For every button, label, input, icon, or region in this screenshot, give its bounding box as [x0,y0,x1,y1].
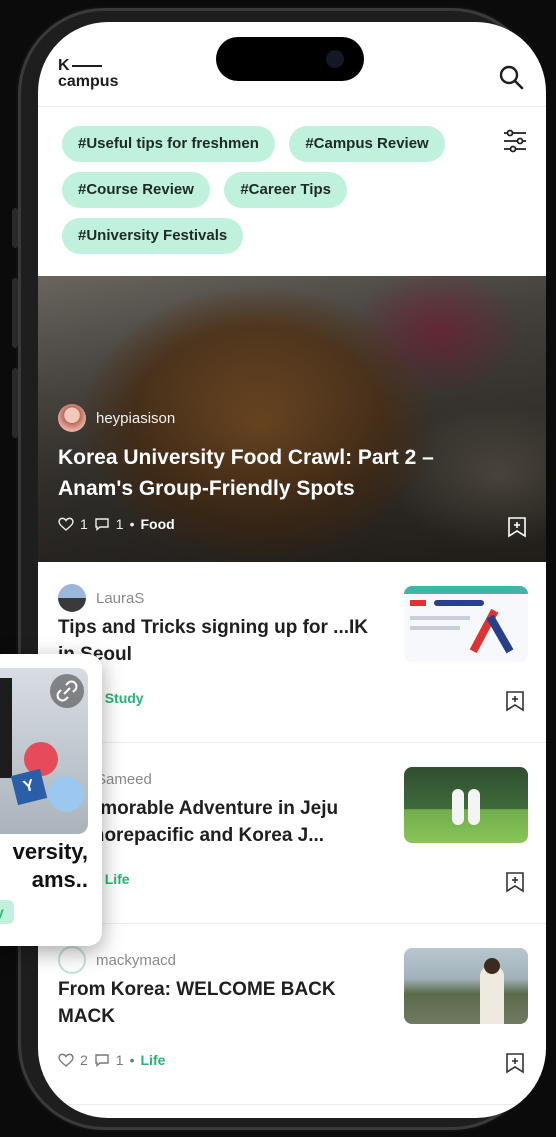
link-icon[interactable] [50,674,84,708]
phone-side-button [12,278,18,348]
featured-author-name: heypiasison [96,409,176,427]
filter-icon[interactable] [502,128,528,154]
post-thumbnail[interactable] [404,586,528,662]
post-author-name: LauraS [96,589,145,607]
featured-post[interactable]: heypiasison Korea University Food Crawl:… [38,276,546,562]
category-label[interactable]: Food [141,516,175,532]
heart-icon[interactable] [58,1053,74,1067]
tag-course-review[interactable]: #Course Review [62,172,210,208]
list-item[interactable]: LauraS Tips and Tricks signing up for ..… [38,562,546,743]
list-item[interactable]: mackymacd From Korea: WELCOME BACK MACK … [38,924,546,1105]
floating-title-line: versity, [12,839,88,864]
like-count: 1 [80,516,88,532]
heart-icon[interactable] [58,517,74,531]
bookmark-icon[interactable] [504,871,526,893]
dynamic-island [216,37,364,81]
comment-count: 1 [115,1052,124,1068]
post-title[interactable]: From Korea: WELCOME BACK MACK [58,976,378,1030]
floating-title-line: ams.. [31,867,88,892]
category-label[interactable]: Life [105,871,130,887]
app-screen: K campus #Useful tips for freshmen #Camp… [38,22,546,1118]
avatar [58,946,86,974]
tag-campus-review[interactable]: #Campus Review [289,126,445,162]
like-count: 2 [80,1052,88,1068]
bookmark-icon[interactable] [506,516,528,538]
tag-useful-tips[interactable]: #Useful tips for freshmen [62,126,275,162]
phone-side-button [12,368,18,438]
search-icon[interactable] [498,64,524,90]
post-author-name: mackymacd [96,951,177,969]
category-label[interactable]: Study [105,690,144,706]
kcampus-logo[interactable]: K campus [58,58,118,90]
avatar [58,584,86,612]
bookmark-icon[interactable] [504,690,526,712]
post-thumbnail[interactable] [404,948,528,1024]
post-author: LauraS [58,584,144,612]
header-divider [38,106,546,107]
featured-author: heypiasison [58,404,175,432]
comment-icon[interactable] [94,1053,110,1067]
meta-dot: • [129,1052,135,1068]
tag-university-festivals[interactable]: #University Festivals [62,218,244,254]
category-label[interactable]: Life [141,1052,166,1068]
post-author-name: Sameed [96,770,152,788]
logo-bottom-text: campus [58,73,119,90]
bookmark-icon[interactable] [504,1052,526,1074]
list-item[interactable]: Sameed ...Memorable Adventure in Jeju ..… [38,743,546,924]
post-thumbnail[interactable] [404,767,528,843]
post-author: mackymacd [58,946,176,974]
meta-dot: • [129,516,135,532]
post-title[interactable]: ...Memorable Adventure in Jeju ...Amorep… [58,795,378,849]
phone-side-button [12,208,18,248]
floating-card-title[interactable]: versity, ams.. [0,838,88,894]
post-title[interactable]: Tips and Tricks signing up for ...IK in … [58,614,378,668]
tag-list: #Useful tips for freshmen #Campus Review… [62,126,482,264]
avatar [58,404,86,432]
floating-card-photo: Y [0,668,88,834]
post-meta: 2 1 • Life [58,1052,165,1068]
featured-title[interactable]: Korea University Food Crawl: Part 2 – An… [58,442,498,504]
logo-top-text: K [58,57,70,74]
floating-post-card[interactable]: Y versity, ams.. y [0,654,102,946]
floating-card-tag[interactable]: y [0,900,14,924]
tag-career-tips[interactable]: #Career Tips [224,172,347,208]
comment-count: 1 [115,516,124,532]
camera [326,50,344,68]
featured-meta: 1 1 • Food [58,516,175,532]
comment-icon[interactable] [94,517,110,531]
